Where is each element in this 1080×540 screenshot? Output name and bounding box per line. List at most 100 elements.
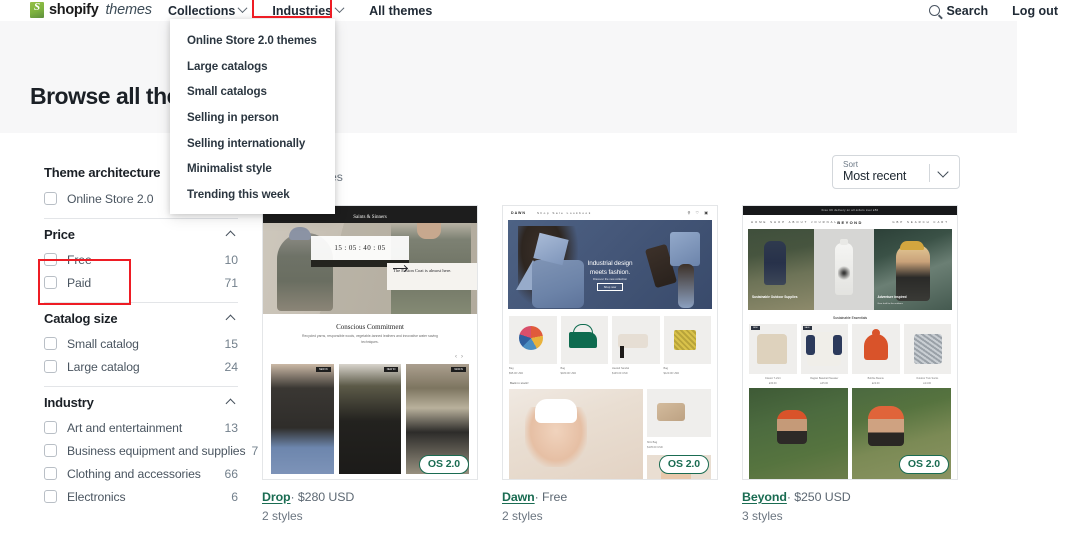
nav-link-all-themes[interactable]: All themes bbox=[369, 4, 432, 18]
preview-model bbox=[764, 241, 786, 285]
dropdown-item-online-store-20-themes[interactable]: Online Store 2.0 themes bbox=[170, 28, 335, 54]
theme-preview-image-drop[interactable]: Saints & Sinners 15 : 05 : 40 : 05 The E… bbox=[262, 205, 478, 480]
primary-nav-links: Collections Industries All themes bbox=[168, 0, 432, 21]
search-label: Search bbox=[946, 4, 988, 18]
dropdown-item-minimalist-style[interactable]: Minimalist style bbox=[170, 156, 335, 182]
checkbox-icon[interactable] bbox=[44, 360, 57, 373]
filter-option-label: Electronics bbox=[67, 490, 225, 504]
filter-option-business-equipment-and-supplies[interactable]: Business equipment and supplies 7 bbox=[44, 439, 238, 462]
checkbox-icon[interactable] bbox=[44, 490, 57, 503]
divider bbox=[44, 386, 238, 387]
theme-preview-image-dawn[interactable]: DAWN Shop Sale Lookbook ⚲ ♡ ▣ bbox=[502, 205, 718, 480]
log-out-label: Log out bbox=[1012, 4, 1058, 18]
preview-bag-yellow bbox=[674, 330, 696, 350]
filter-option-paid[interactable]: Paid 71 bbox=[44, 271, 238, 294]
theme-price: Free bbox=[542, 490, 567, 504]
preview-tile-title: Sustainable Outdoor Supplies bbox=[752, 295, 798, 299]
nav-link-industries[interactable]: Industries bbox=[272, 4, 343, 18]
preview-beanie bbox=[864, 334, 888, 360]
log-out-button[interactable]: Log out bbox=[1012, 4, 1058, 18]
filter-option-art-and-entertainment[interactable]: Art and entertainment 13 bbox=[44, 416, 238, 439]
checkbox-icon[interactable] bbox=[44, 192, 57, 205]
preview-announcement-bar: Free UK delivery on all orders over £50 bbox=[743, 206, 957, 215]
filter-option-small-catalog[interactable]: Small catalog 15 bbox=[44, 332, 238, 355]
preview-product-tile: NEW IN bbox=[339, 364, 402, 474]
nav-link-all-themes-label: All themes bbox=[369, 4, 432, 18]
beyond-preview-render: Free UK delivery on all orders over £50 … bbox=[743, 206, 957, 479]
filter-group-catalog-size-header[interactable]: Catalog size bbox=[44, 307, 238, 329]
secondary-nav-links: Search Log out bbox=[929, 0, 1058, 21]
preview-bag-green bbox=[569, 332, 597, 348]
preview-product-caption: Raglan Baseball Sweater£45.00 bbox=[801, 377, 849, 387]
checkbox-icon[interactable] bbox=[44, 467, 57, 480]
filter-option-large-catalog[interactable]: Large catalog 24 bbox=[44, 355, 238, 378]
preview-product-tile: Bobble Beanie£22.00 bbox=[852, 324, 900, 387]
dropdown-item-selling-in-person[interactable]: Selling in person bbox=[170, 105, 335, 131]
preview-model bbox=[868, 406, 904, 446]
dropdown-item-large-catalogs[interactable]: Large catalogs bbox=[170, 54, 335, 80]
filter-option-label: Large catalog bbox=[67, 360, 218, 374]
preview-face bbox=[417, 223, 441, 239]
dropdown-item-small-catalogs[interactable]: Small catalogs bbox=[170, 79, 335, 105]
theme-card-dawn[interactable]: DAWN Shop Sale Lookbook ⚲ ♡ ▣ bbox=[502, 205, 718, 523]
sort-dropdown[interactable]: Sort Most recent bbox=[832, 155, 960, 189]
checkbox-icon[interactable] bbox=[44, 337, 57, 350]
filter-option-label: Business equipment and supplies bbox=[67, 444, 245, 458]
checkbox-icon[interactable] bbox=[44, 444, 57, 457]
theme-card-beyond[interactable]: Free UK delivery on all orders over £50 … bbox=[742, 205, 958, 523]
filter-group-price-header[interactable]: Price bbox=[44, 223, 238, 245]
status-badge-os20: OS 2.0 bbox=[419, 455, 469, 474]
theme-preview-image-beyond[interactable]: Free UK delivery on all orders over £50 … bbox=[742, 205, 958, 480]
filter-option-count: 15 bbox=[224, 337, 238, 351]
chevron-up-icon bbox=[226, 231, 236, 241]
theme-styles-count: 2 styles bbox=[262, 509, 478, 523]
preview-tile-sub: Gear built for the outdoors bbox=[878, 303, 903, 306]
theme-name-link[interactable]: Drop bbox=[262, 490, 291, 504]
filter-group-catalog-size: Catalog size Small catalog 15 Large cata… bbox=[44, 307, 238, 378]
preview-product-row: Bag$95.00 USD Bag$180.00 USD Heeled Sand… bbox=[509, 316, 711, 377]
preview-product-caption: Bobble Beanie£22.00 bbox=[852, 377, 900, 387]
checkbox-icon[interactable] bbox=[44, 421, 57, 434]
preview-product-row: NEW Classic T-shirt£30.00 SALE Raglan Ba… bbox=[749, 324, 951, 387]
theme-card-drop[interactable]: Saints & Sinners 15 : 05 : 40 : 05 The E… bbox=[262, 205, 478, 523]
preview-product-caption: Mini Bag$135.00 USD bbox=[647, 441, 711, 451]
filter-option-label: Paid bbox=[67, 276, 218, 290]
preview-hero-tile-3: Adventure inspired Gear built for the ou… bbox=[874, 229, 952, 310]
preview-hero-tile-2 bbox=[814, 229, 874, 310]
search-button[interactable]: Search bbox=[929, 4, 988, 18]
dropdown-item-selling-internationally[interactable]: Selling internationally bbox=[170, 130, 335, 156]
preview-product-tile: Heeled Sandal$145.00 USD bbox=[612, 316, 660, 377]
preview-product-tile: NEW Classic T-shirt£30.00 bbox=[749, 324, 797, 387]
preview-section-title: Conscious Commitment bbox=[263, 323, 477, 331]
filter-option-count: 6 bbox=[231, 490, 238, 504]
main-content: es Theme architecture Online Store 2.0 P… bbox=[0, 133, 1080, 540]
divider bbox=[44, 302, 238, 303]
theme-styles-count: 2 styles bbox=[502, 509, 718, 523]
preview-socks bbox=[914, 334, 942, 364]
status-badge-os20: OS 2.0 bbox=[659, 455, 709, 474]
preview-tile-title: Adventure inspired bbox=[878, 295, 907, 299]
preview-hero-heading: Industrial design meets fashion. bbox=[508, 260, 712, 277]
filter-option-electronics[interactable]: Electronics 6 bbox=[44, 485, 238, 508]
filter-option-count: 7 bbox=[251, 444, 258, 458]
preview-product-tag: NEW bbox=[751, 326, 760, 330]
filter-option-clothing-and-accessories[interactable]: Clothing and accessories 66 bbox=[44, 462, 238, 485]
theme-price: $250 USD bbox=[794, 490, 850, 504]
theme-card-title-drop: Drop· $280 USD bbox=[262, 490, 478, 504]
preview-editorial-image bbox=[749, 388, 848, 479]
filter-group-title: Theme architecture bbox=[44, 165, 160, 180]
filter-group-industry-header[interactable]: Industry bbox=[44, 391, 238, 413]
preview-product-image: SALE bbox=[801, 324, 849, 374]
checkbox-icon[interactable] bbox=[44, 276, 57, 289]
checkbox-icon[interactable] bbox=[44, 253, 57, 266]
theme-name-link[interactable]: Beyond bbox=[742, 490, 787, 504]
nav-link-collections[interactable]: Collections bbox=[168, 4, 246, 18]
filter-option-label: Free bbox=[67, 253, 218, 267]
filter-option-free[interactable]: Free 10 bbox=[44, 248, 238, 271]
theme-name-link[interactable]: Dawn bbox=[502, 490, 535, 504]
preview-hero-sub: Discover the new collection bbox=[508, 277, 712, 281]
preview-hero-tile-1: Sustainable Outdoor Supplies bbox=[748, 229, 814, 310]
shopify-themes-logo[interactable]: shopify themes bbox=[30, 0, 152, 20]
dropdown-item-trending-this-week[interactable]: Trending this week bbox=[170, 182, 335, 208]
preview-beanie bbox=[289, 227, 311, 240]
